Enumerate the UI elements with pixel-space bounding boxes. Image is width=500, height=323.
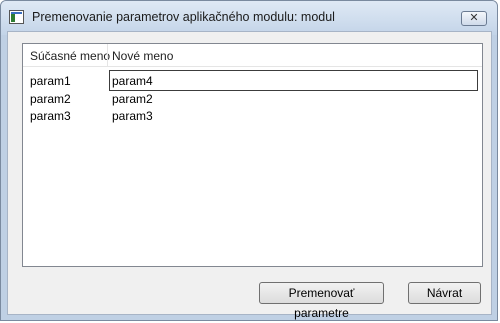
table-row[interactable]: param1 [23, 70, 482, 91]
column-header-current-name[interactable]: Súčasné meno [30, 49, 110, 63]
table-header: Súčasné meno Nové meno [23, 44, 482, 67]
column-header-new-name[interactable]: Nové meno [112, 49, 173, 63]
app-window-icon [9, 10, 24, 24]
close-button[interactable]: ✕ [461, 11, 487, 26]
current-name-cell: param1 [30, 74, 71, 88]
column-separator[interactable] [107, 44, 108, 66]
table-row[interactable]: param2 param2 [23, 91, 482, 108]
dialog-window: Premenovanie parametrov aplikačného modu… [0, 0, 498, 321]
new-name-cell[interactable]: param3 [112, 109, 153, 123]
new-name-edit-field[interactable] [109, 70, 478, 91]
window-title: Premenovanie parametrov aplikačného modu… [32, 10, 335, 24]
new-name-cell[interactable]: param2 [112, 92, 153, 106]
current-name-cell: param3 [30, 109, 71, 123]
parameters-table: Súčasné meno Nové meno param1 param2 par… [22, 43, 483, 267]
rename-parameters-button[interactable]: Premenovať parametre [259, 282, 384, 320]
current-name-cell: param2 [30, 92, 71, 106]
close-icon: ✕ [469, 12, 479, 24]
title-bar[interactable]: Premenovanie parametrov aplikačného modu… [1, 1, 497, 35]
dialog-body: Súčasné meno Nové meno param1 param2 par… [7, 31, 492, 320]
back-button[interactable]: Návrat [408, 282, 481, 304]
table-row[interactable]: param3 param3 [23, 108, 482, 125]
